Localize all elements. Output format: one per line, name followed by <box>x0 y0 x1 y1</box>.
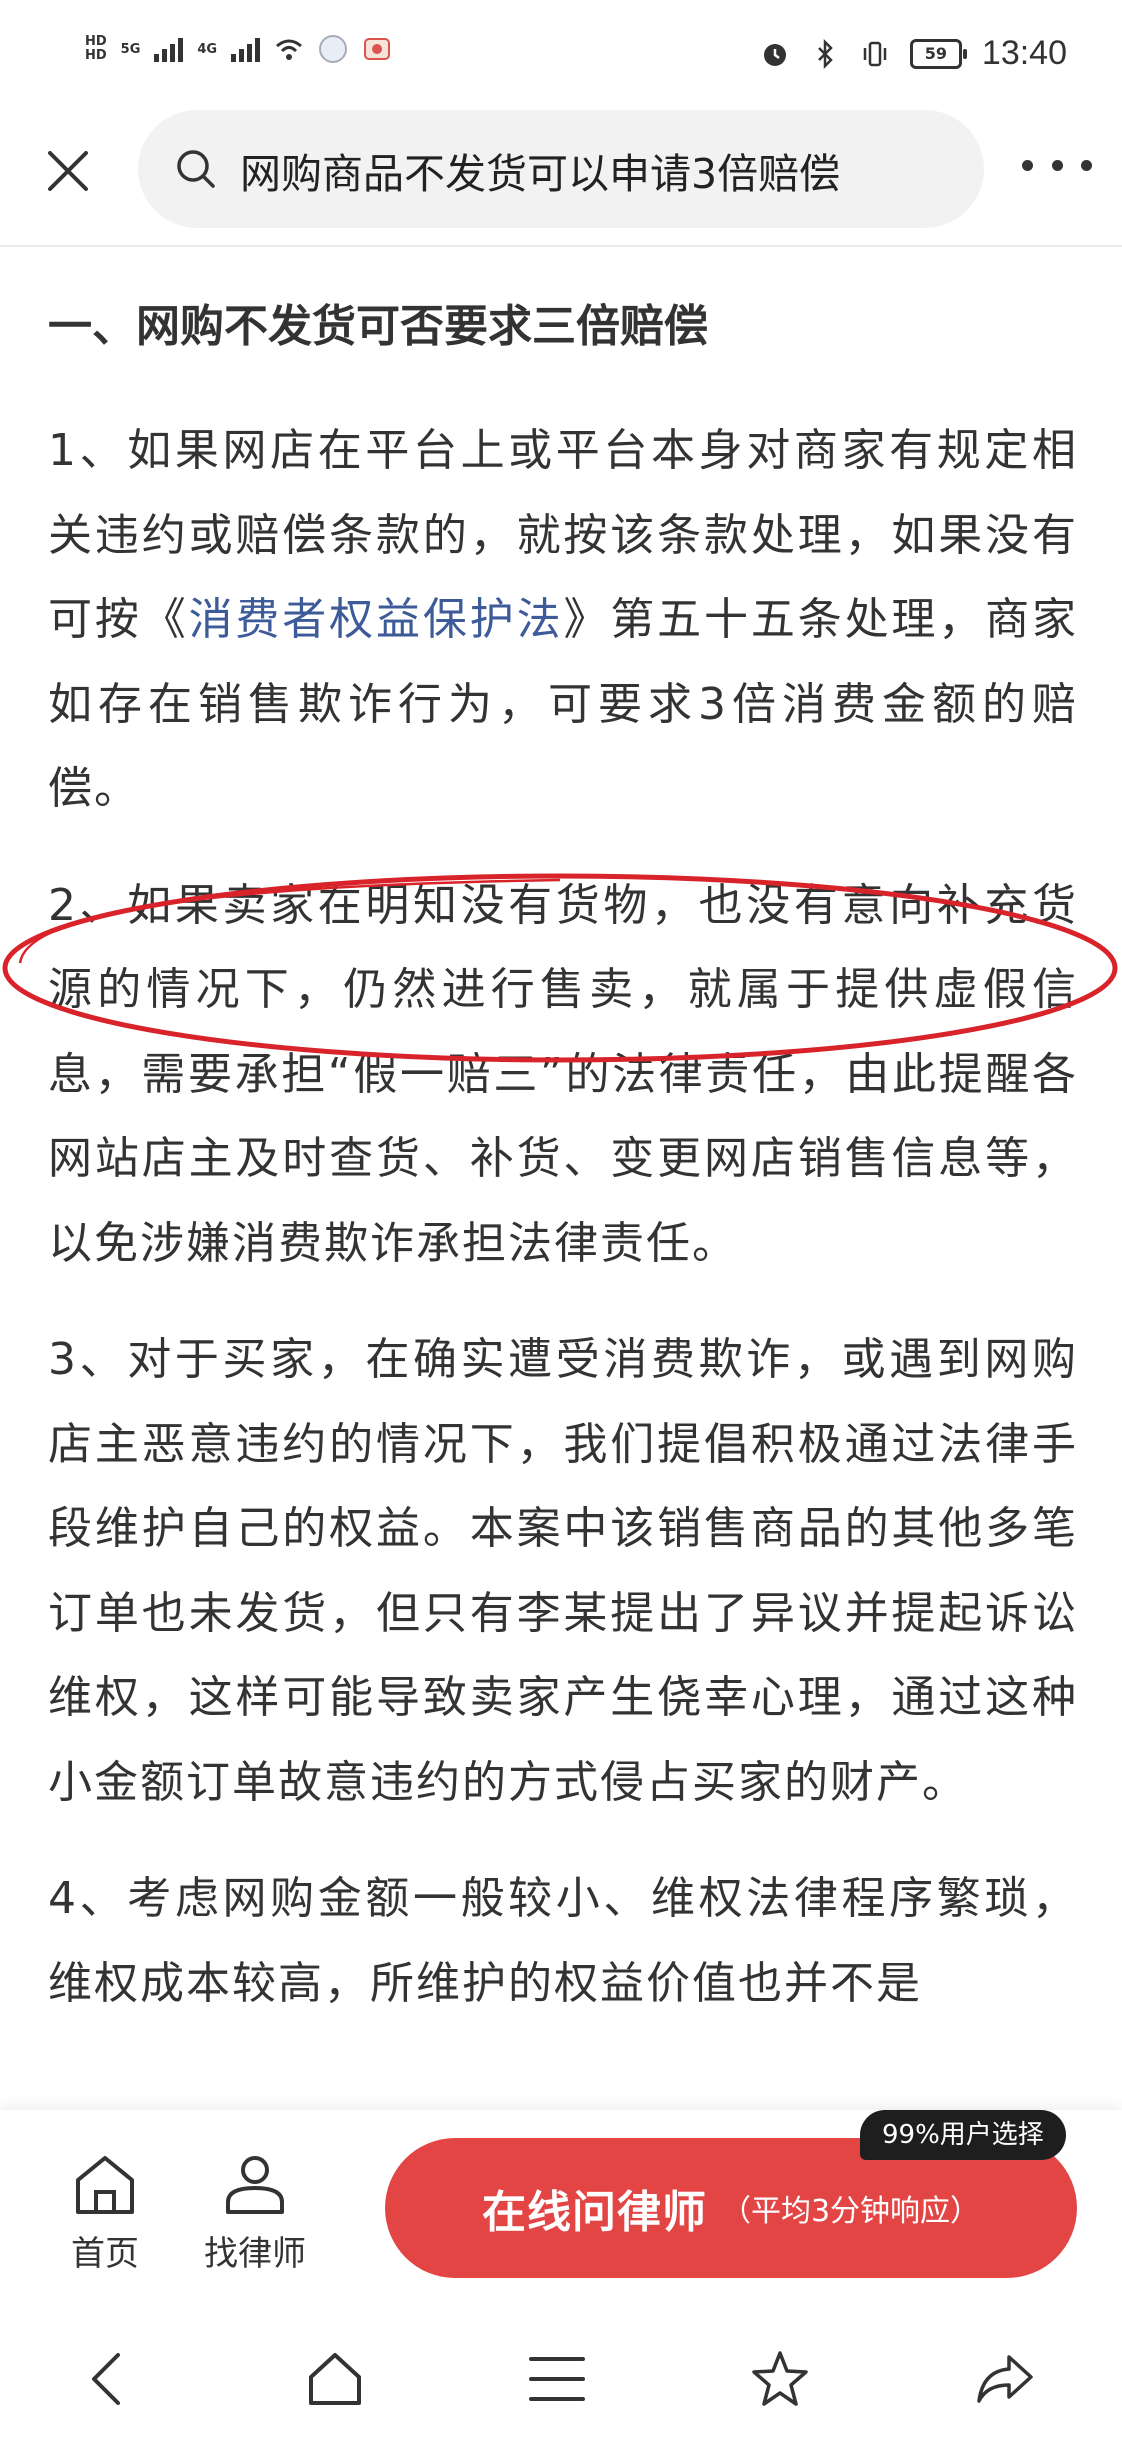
article-heading: 一、网购不发货可否要求三倍赔偿 <box>48 301 708 352</box>
back-icon[interactable] <box>80 2349 140 2409</box>
status-right: 59 13:40 <box>760 34 1067 73</box>
signal-icon <box>154 36 184 62</box>
hd-indicator: HD HD <box>85 34 107 63</box>
alarm-icon <box>763 43 786 66</box>
nav-home-label: 首页 <box>71 2234 139 2274</box>
paragraph-2: 2、如果卖家在明知没有货物，也没有意向补充货源的情况下，仍然进行售卖，就属于提供… <box>48 879 1078 1269</box>
article-content: 一、网购不发货可否要求三倍赔偿 1、如果网店在平台上或平台本身对商家有规定相关违… <box>48 290 1078 2058</box>
search-icon <box>177 150 215 188</box>
clock: 13:40 <box>981 34 1067 72</box>
system-nav-bar <box>0 2305 1122 2442</box>
menu-icon[interactable] <box>527 2349 587 2409</box>
close-icon[interactable] <box>40 143 96 199</box>
paragraph-3: 3、对于买家，在确实遭受消费欺诈，或遇到网购店主恶意违约的情况下，我们提倡积极通… <box>48 1334 1078 1808</box>
signal-icon-2 <box>231 36 261 62</box>
favorite-star-icon[interactable] <box>750 2349 810 2409</box>
app-notification-icon-2 <box>364 38 391 60</box>
more-options-icon[interactable] <box>1022 150 1092 180</box>
bluetooth-icon <box>818 38 833 69</box>
search-query[interactable]: 网购商品不发货可以申请3倍赔偿 <box>240 140 840 200</box>
cta-badge: 99%用户选择 <box>860 2110 1066 2160</box>
wifi-icon <box>276 39 303 60</box>
cta-sub-label: （平均3分钟响应） <box>720 2194 981 2229</box>
header: 网购商品不发货可以申请3倍赔偿 <box>0 110 1122 247</box>
nav-home-button[interactable]: 首页 <box>45 2150 165 2275</box>
battery-icon: 59 <box>909 38 967 69</box>
vibrate-icon <box>863 41 887 66</box>
share-icon[interactable] <box>975 2349 1035 2409</box>
paragraph-1: 1、如果网店在平台上或平台本身对商家有规定相关违约或赔偿条款的，就按该条款处理，… <box>48 425 1079 814</box>
nav-find-lawyer-button[interactable]: 找律师 <box>195 2150 315 2275</box>
home-icon <box>76 2156 134 2214</box>
app-notification-icon <box>319 35 348 63</box>
nav-find-lawyer-label: 找律师 <box>204 2234 306 2274</box>
search-bar[interactable]: 网购商品不发货可以申请3倍赔偿 <box>138 110 984 228</box>
status-left: HD HD 5G 4G <box>85 34 392 64</box>
network-4g-label: 4G <box>197 41 218 57</box>
lawyer-icon <box>226 2156 284 2214</box>
law-link[interactable]: 消费者权益保护法 <box>189 594 564 645</box>
status-bar: HD HD 5G 4G 59 13:40 <box>0 0 1122 110</box>
home-nav-icon[interactable] <box>305 2349 365 2409</box>
cta-main-label: 在线问律师 <box>481 2187 707 2238</box>
paragraph-4: 4、考虑网购金额一般较小、维权法律程序繁琐，维权成本较高，所维护的权益价值也并不… <box>48 1873 1078 2009</box>
network-5g-label: 5G <box>120 41 141 57</box>
header-divider <box>0 245 1122 247</box>
